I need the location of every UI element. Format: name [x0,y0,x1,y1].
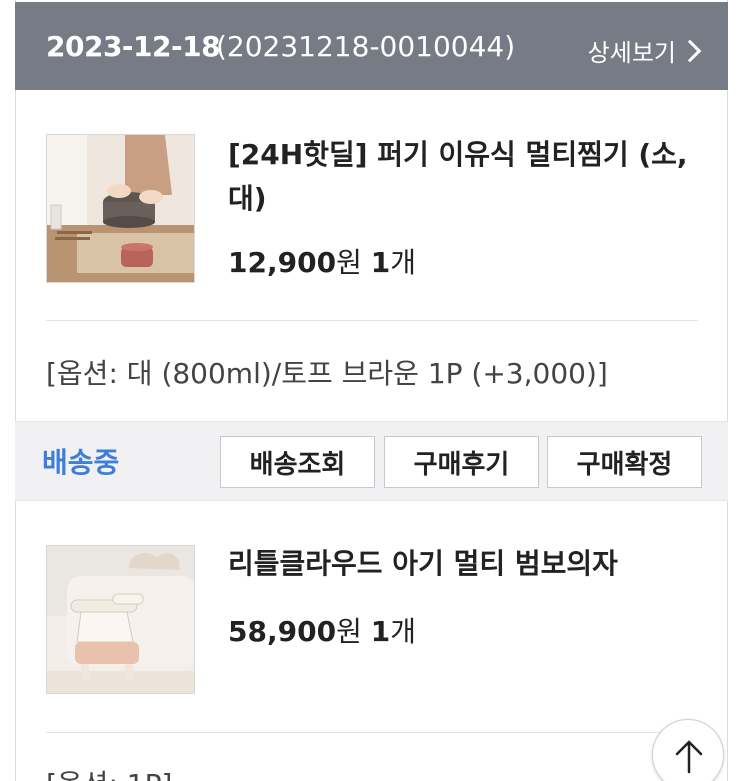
product-quantity: 1 [370,615,391,648]
product-option: [옵션: 대 (800ml)/토프 브라운 1P (+3,000)] [46,357,608,390]
product-option: [옵션: 1P] [46,763,172,781]
product-quantity: 1 [370,246,391,279]
product-image[interactable] [46,134,195,283]
shipping-status-bar: 배송중 배송조회 구매후기 구매확정 [15,421,728,501]
order-header: 2023-12-18 (20231218-0010044) 상세보기 [15,2,728,90]
product-price: 12,900 [228,246,337,279]
divider [46,732,698,733]
chevron-right-icon [684,40,698,62]
order-number: (20231218-0010044) [216,30,516,63]
arrow-up-icon [675,740,703,774]
order-detail-link[interactable]: 상세보기 [588,33,698,68]
quantity-unit: 개 [390,246,416,279]
order-detail-label: 상세보기 [587,39,676,67]
price-currency: 원 [336,615,362,648]
product-price: 58,900 [228,615,337,648]
product-name[interactable]: [24H핫딜] 퍼기 이유식 멀티찜기 (소,대) [228,133,698,221]
order-date: 2023-12-18 [46,30,221,63]
track-delivery-button[interactable]: 배송조회 [220,436,375,488]
price-currency: 원 [336,246,362,279]
scroll-to-top-button[interactable] [652,719,724,781]
product-price-line: 12,900원 1개 [228,241,416,281]
product-name[interactable]: 리틀클라우드 아기 멀티 범보의자 [228,542,698,586]
write-review-button[interactable]: 구매후기 [384,436,539,488]
confirm-purchase-button[interactable]: 구매확정 [547,436,702,488]
quantity-unit: 개 [390,615,416,648]
divider [46,320,698,321]
shipping-status: 배송중 [42,446,120,479]
product-price-line: 58,900원 1개 [228,610,416,650]
product-image[interactable] [46,545,195,694]
